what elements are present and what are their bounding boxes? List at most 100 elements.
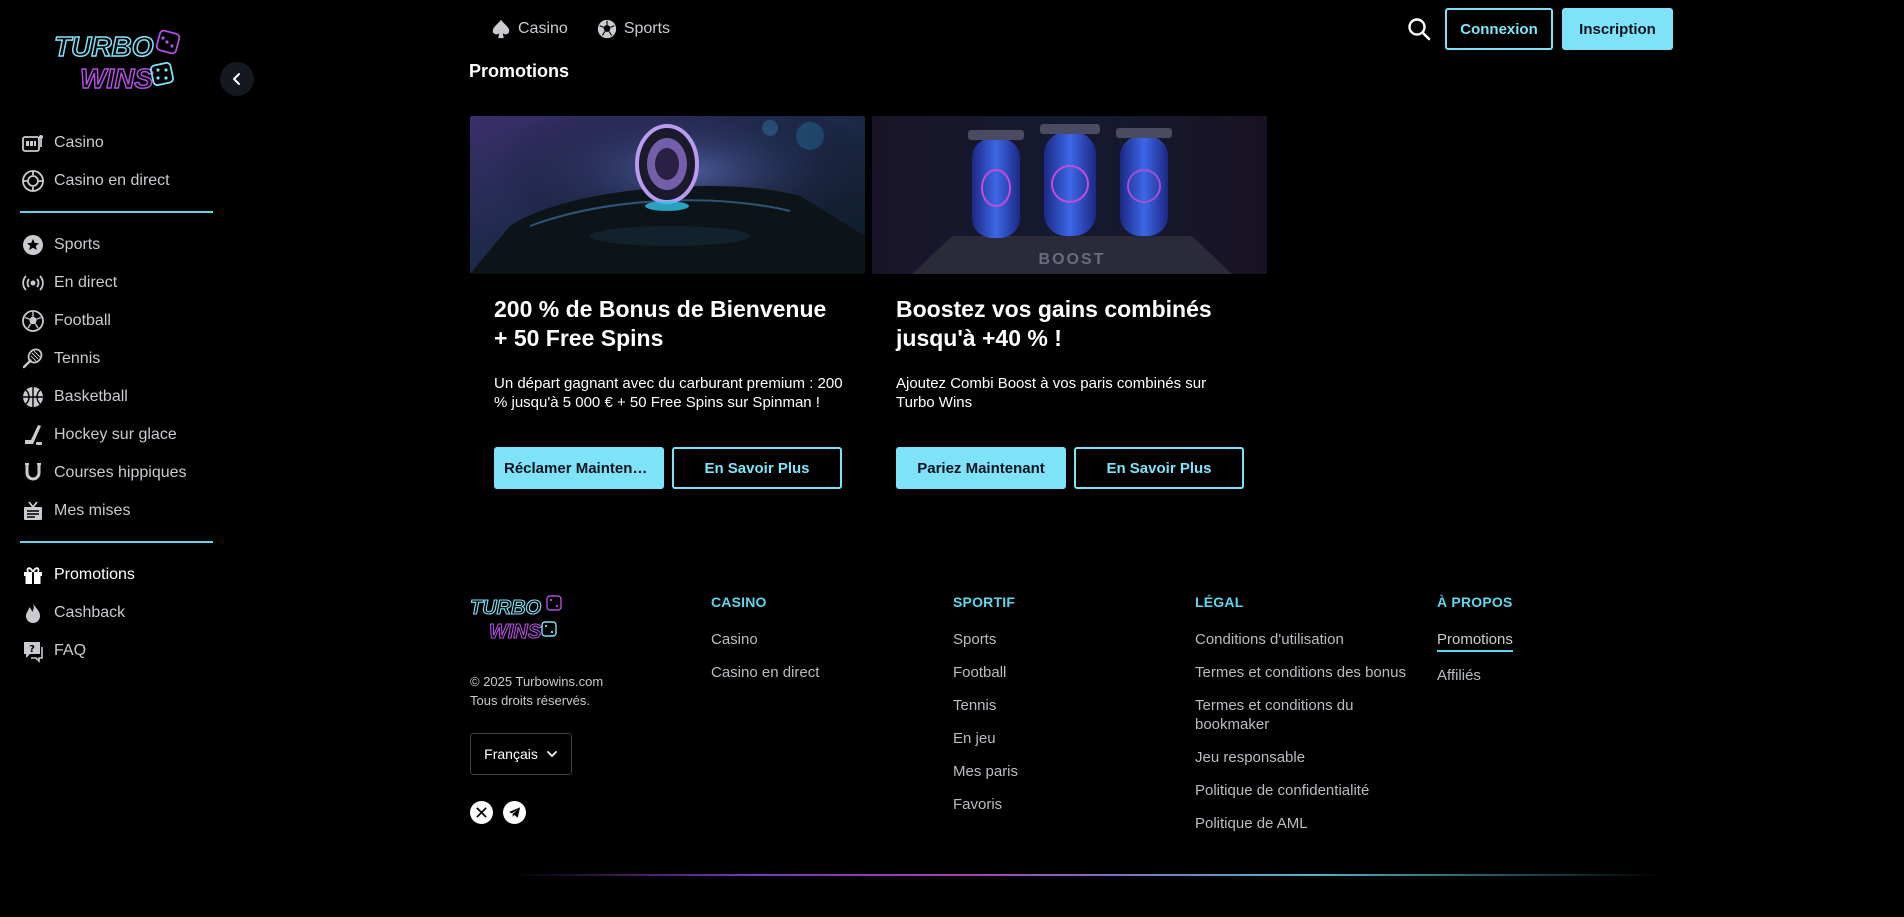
sidebar-item-label: Tennis	[54, 350, 101, 367]
footer-link[interactable]: Jeu responsable	[1195, 748, 1425, 767]
learn-more-button[interactable]: En Savoir Plus	[1074, 447, 1244, 489]
topnav-casino[interactable]: Casino	[490, 14, 568, 44]
footer-link[interactable]: Football	[953, 663, 1018, 682]
sidebar-item-label: Sports	[54, 236, 101, 253]
logo-text-top: TURBO	[54, 31, 154, 62]
sidebar-item-promotions[interactable]: Promotions	[20, 556, 214, 594]
promo-description: Un départ gagnant avec du carburant prem…	[494, 375, 843, 411]
sidebar-item-label: Promotions	[54, 566, 135, 583]
promo-title: 200 % de Bonus de Bienvenue + 50 Free Sp…	[494, 296, 827, 351]
footer-link[interactable]: Tennis	[953, 696, 1018, 715]
collapse-sidebar-button[interactable]	[220, 62, 254, 96]
sidebar-item-faq[interactable]: ? FAQ	[20, 632, 214, 670]
footer-link[interactable]: Casino	[711, 630, 819, 649]
telegram-icon	[508, 807, 521, 818]
footer-link[interactable]: Sports	[953, 630, 1018, 649]
svg-text:?: ?	[29, 644, 35, 655]
claim-now-button[interactable]: Réclamer Maintenant	[494, 447, 664, 489]
copyright: © 2025 Turbowins.com Tous droits réservé…	[470, 672, 603, 710]
footer-logo[interactable]: TURBO WINS	[469, 592, 564, 644]
sidebar-item-label: FAQ	[54, 642, 87, 659]
footer-link[interactable]: Termes et conditions du bookmaker	[1195, 696, 1395, 734]
sidebar-item-hockey-sur-glace[interactable]: Hockey sur glace	[20, 416, 214, 454]
promo-title: Boostez vos gains combinés jusqu'à +40 %…	[896, 296, 1212, 351]
footer-link[interactable]: Mes paris	[953, 762, 1018, 781]
footer-link[interactable]: Politique de confidentialité	[1195, 781, 1425, 800]
logo-text-top: TURBO	[470, 597, 542, 619]
footer-link[interactable]: En jeu	[953, 729, 1018, 748]
footer-link[interactable]: Conditions d'utilisation	[1195, 630, 1425, 649]
gift-icon	[20, 562, 46, 588]
footer-link[interactable]: Casino en direct	[711, 663, 819, 682]
sidebar-group-casino: Casino Casino en direct	[20, 124, 214, 200]
sidebar-item-label: En direct	[54, 274, 118, 291]
sidebar-item-label: Football	[54, 312, 111, 329]
language-value: Français	[484, 746, 538, 762]
sidebar-divider	[20, 211, 213, 213]
chevron-left-icon	[233, 73, 240, 85]
footer-heading: SPORTIF	[953, 594, 1016, 610]
live-casino-chip-icon	[20, 168, 46, 194]
footer-link[interactable]: Politique de AML	[1195, 814, 1425, 833]
spade-icon	[492, 19, 510, 39]
sidebar-item-mes-mises[interactable]: Mes mises	[20, 492, 214, 530]
sidebar-item-courses-hippiques[interactable]: Courses hippiques	[20, 454, 214, 492]
bet-now-button[interactable]: Pariez Maintenant	[896, 447, 1066, 489]
page-title: Promotions	[469, 61, 570, 81]
telegram-link[interactable]	[503, 801, 526, 824]
footer-link[interactable]: Favoris	[953, 795, 1018, 814]
footer-column-legal: LÉGAL Conditions d'utilisation Termes et…	[1195, 594, 1425, 847]
promo-image-poker-chip-car	[470, 116, 865, 274]
social-links	[470, 801, 526, 824]
sidebar-group-sports: Sports En direct Football Tennis Basketb…	[20, 226, 214, 530]
x-twitter-icon	[476, 807, 487, 818]
sidebar-item-tennis[interactable]: Tennis	[20, 340, 214, 378]
sidebar-item-label: Casino en direct	[54, 172, 170, 189]
topnav-label: Sports	[623, 20, 671, 37]
login-button[interactable]: Connexion	[1445, 8, 1553, 50]
search-button[interactable]	[1406, 16, 1432, 42]
dice-icon	[149, 29, 181, 87]
sidebar-group-extras: Promotions Cashback ? FAQ	[20, 556, 214, 670]
hockey-stick-icon	[20, 422, 46, 448]
signup-button[interactable]: Inscription	[1562, 8, 1673, 50]
sidebar-item-sports[interactable]: Sports	[20, 226, 214, 264]
footer-glow-divider	[510, 874, 1660, 876]
topnav-sports[interactable]: Sports	[596, 14, 670, 44]
footer-column-casino: CASINO Casino Casino en direct	[711, 594, 819, 696]
footer-link[interactable]: Termes et conditions des bonus	[1195, 663, 1425, 682]
promo-card-welcome-bonus: 200 % de Bonus de Bienvenue + 50 Free Sp…	[470, 116, 865, 496]
sidebar-item-label: Hockey sur glace	[54, 426, 177, 443]
promo-image-boost-capsules: BOOST	[872, 116, 1267, 274]
flame-icon	[20, 600, 46, 626]
footer-heading: À PROPOS	[1437, 594, 1513, 610]
sidebar-item-casino[interactable]: Casino	[20, 124, 214, 162]
language-select[interactable]: Français	[470, 733, 572, 775]
sidebar-item-basketball[interactable]: Basketball	[20, 378, 214, 416]
footer-link[interactable]: Affiliés	[1437, 666, 1513, 685]
horseshoe-icon	[20, 460, 46, 486]
bet-slip-icon	[20, 498, 46, 524]
sidebar-divider	[20, 541, 213, 543]
sidebar-item-football[interactable]: Football	[20, 302, 214, 340]
sidebar-item-cashback[interactable]: Cashback	[20, 594, 214, 632]
turbo-wins-logo[interactable]: TURBO WINS	[52, 26, 184, 96]
top-navigation: Casino Sports	[490, 14, 670, 44]
sports-star-icon	[20, 232, 46, 258]
tennis-racket-icon	[20, 346, 46, 372]
soccer-ball-icon	[597, 19, 616, 39]
sidebar-item-label: Cashback	[54, 604, 126, 621]
sidebar: TURBO WINS Casino Casino en direct Sport…	[0, 0, 254, 917]
basketball-icon	[20, 384, 46, 410]
chat-question-icon: ?	[20, 638, 46, 664]
sidebar-item-casino-en-direct[interactable]: Casino en direct	[20, 162, 214, 200]
logo-graphic: TURBO WINS	[469, 595, 562, 644]
sidebar-item-label: Mes mises	[54, 502, 131, 519]
x-twitter-link[interactable]	[470, 801, 493, 824]
learn-more-button[interactable]: En Savoir Plus	[672, 447, 842, 489]
footer-link-active[interactable]: Promotions	[1437, 630, 1513, 652]
footer-column-sportif: SPORTIF Sports Football Tennis En jeu Me…	[953, 594, 1018, 828]
rights-reserved-line: Tous droits réservés.	[470, 693, 590, 708]
slot-machine-icon	[20, 130, 46, 156]
sidebar-item-en-direct[interactable]: En direct	[20, 264, 214, 302]
